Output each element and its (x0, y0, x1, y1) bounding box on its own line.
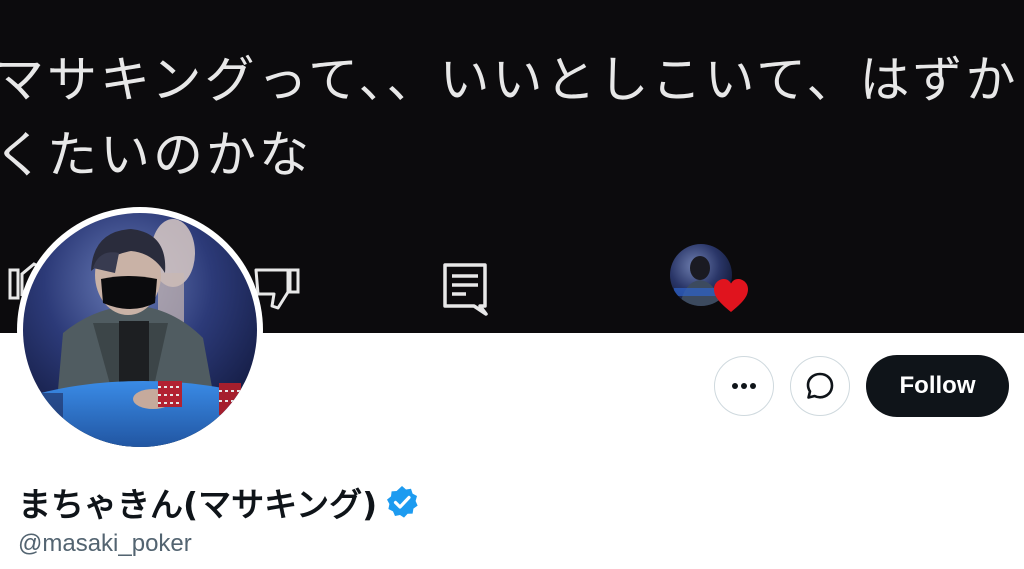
profile-name-row: まちゃきん(マサキング) (18, 478, 419, 526)
banner-avatar (670, 244, 754, 318)
more-options-button[interactable] (714, 356, 774, 416)
message-icon (806, 372, 834, 399)
heart-icon (712, 278, 750, 318)
more-horizontal-icon (732, 383, 756, 389)
comment-icon (440, 262, 492, 322)
verified-badge-icon[interactable] (385, 485, 419, 519)
avatar-photo (23, 213, 257, 447)
banner-text-line-2: くたいのかな (0, 126, 312, 184)
user-handle: @masaki_poker (18, 530, 192, 557)
display-name: まちゃきん(マサキング) (18, 485, 378, 524)
message-button[interactable] (790, 356, 850, 416)
profile-page: マサキングって、、いいとしこいて、はずか くたいのかな Follow まちゃきん… (0, 0, 1024, 569)
follow-button[interactable]: Follow (866, 355, 1009, 417)
banner-text-line-1: マサキングって、、いいとしこいて、はずか (0, 51, 1019, 109)
profile-avatar[interactable] (17, 207, 263, 453)
